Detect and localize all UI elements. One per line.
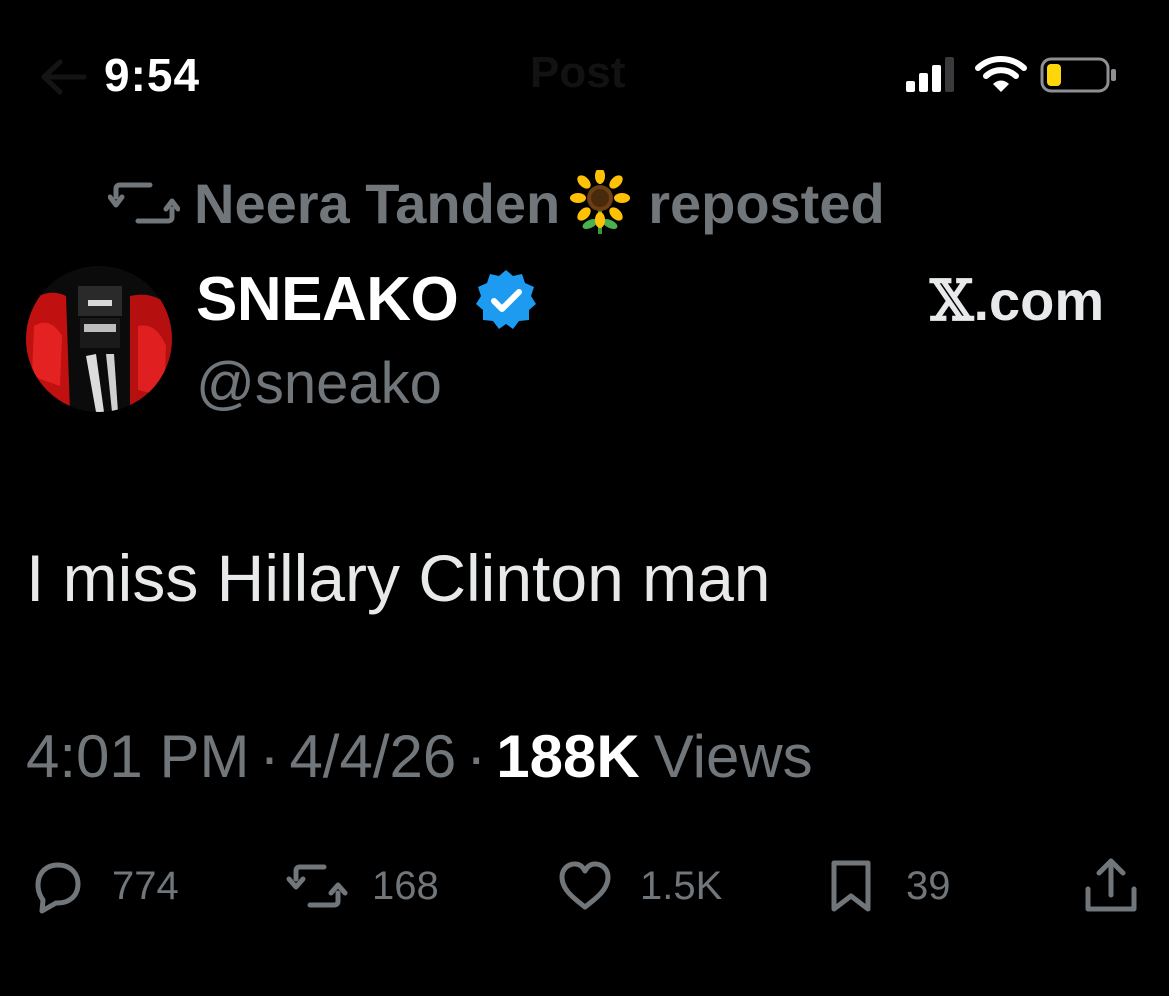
repost-icon bbox=[286, 864, 348, 908]
views-count[interactable]: 188K bbox=[496, 722, 639, 791]
reply-count: 774 bbox=[112, 863, 179, 908]
verified-badge-icon bbox=[476, 269, 537, 329]
sunflower-emoji-icon bbox=[570, 170, 631, 234]
repost-label: reposted bbox=[648, 171, 885, 235]
back-arrow-icon[interactable] bbox=[34, 52, 94, 102]
wifi-icon bbox=[975, 56, 1027, 92]
author-name-row[interactable]: SNEAKO bbox=[196, 264, 538, 335]
repost-icon bbox=[108, 182, 180, 224]
tweet-meta: 4:01 PM · 4/4/26 · 188K Views bbox=[26, 722, 813, 791]
meta-separator: · bbox=[466, 723, 487, 790]
tweet-date: 4/4/26 bbox=[289, 723, 457, 790]
share-icon bbox=[1085, 858, 1137, 912]
like-button[interactable]: 1.5K bbox=[554, 846, 722, 926]
author-handle[interactable]: @sneako bbox=[196, 350, 442, 417]
bookmark-count: 39 bbox=[906, 863, 951, 908]
avatar[interactable] bbox=[26, 266, 172, 412]
x-logo-text: 𝕏 bbox=[930, 268, 974, 334]
like-count: 1.5K bbox=[640, 863, 723, 908]
nav-title: Post bbox=[530, 48, 626, 97]
share-button[interactable] bbox=[1080, 846, 1166, 926]
post-screen: Post 9:54 Neera Tanden reposted SNEAKO @… bbox=[0, 0, 1169, 996]
status-bar: Post 9:54 bbox=[0, 0, 1169, 150]
repost-count: 168 bbox=[372, 863, 439, 908]
heart-icon bbox=[559, 861, 611, 910]
action-bar: 774 168 1.5K 39 bbox=[0, 846, 1169, 926]
repost-indicator[interactable]: Neera Tanden reposted bbox=[108, 168, 885, 238]
reply-icon bbox=[35, 862, 81, 914]
bookmark-icon bbox=[831, 860, 871, 912]
bookmark-button[interactable]: 39 bbox=[820, 846, 951, 926]
repost-user[interactable]: Neera Tanden bbox=[194, 171, 560, 236]
cellular-signal-icon bbox=[906, 57, 954, 92]
brand-suffix: .com bbox=[973, 269, 1105, 332]
reply-button[interactable]: 774 bbox=[26, 846, 179, 926]
source-brand: 𝕏.com bbox=[930, 268, 1104, 334]
views-label: Views bbox=[653, 723, 813, 790]
tweet-time: 4:01 PM bbox=[26, 723, 250, 790]
tweet-text: I miss Hillary Clinton man bbox=[26, 541, 771, 615]
meta-separator: · bbox=[259, 723, 280, 790]
battery-low-icon bbox=[1040, 57, 1116, 93]
author-name[interactable]: SNEAKO bbox=[196, 264, 459, 335]
clock: 9:54 bbox=[104, 49, 201, 101]
repost-button[interactable]: 168 bbox=[286, 846, 439, 926]
avatar-image bbox=[26, 266, 172, 412]
